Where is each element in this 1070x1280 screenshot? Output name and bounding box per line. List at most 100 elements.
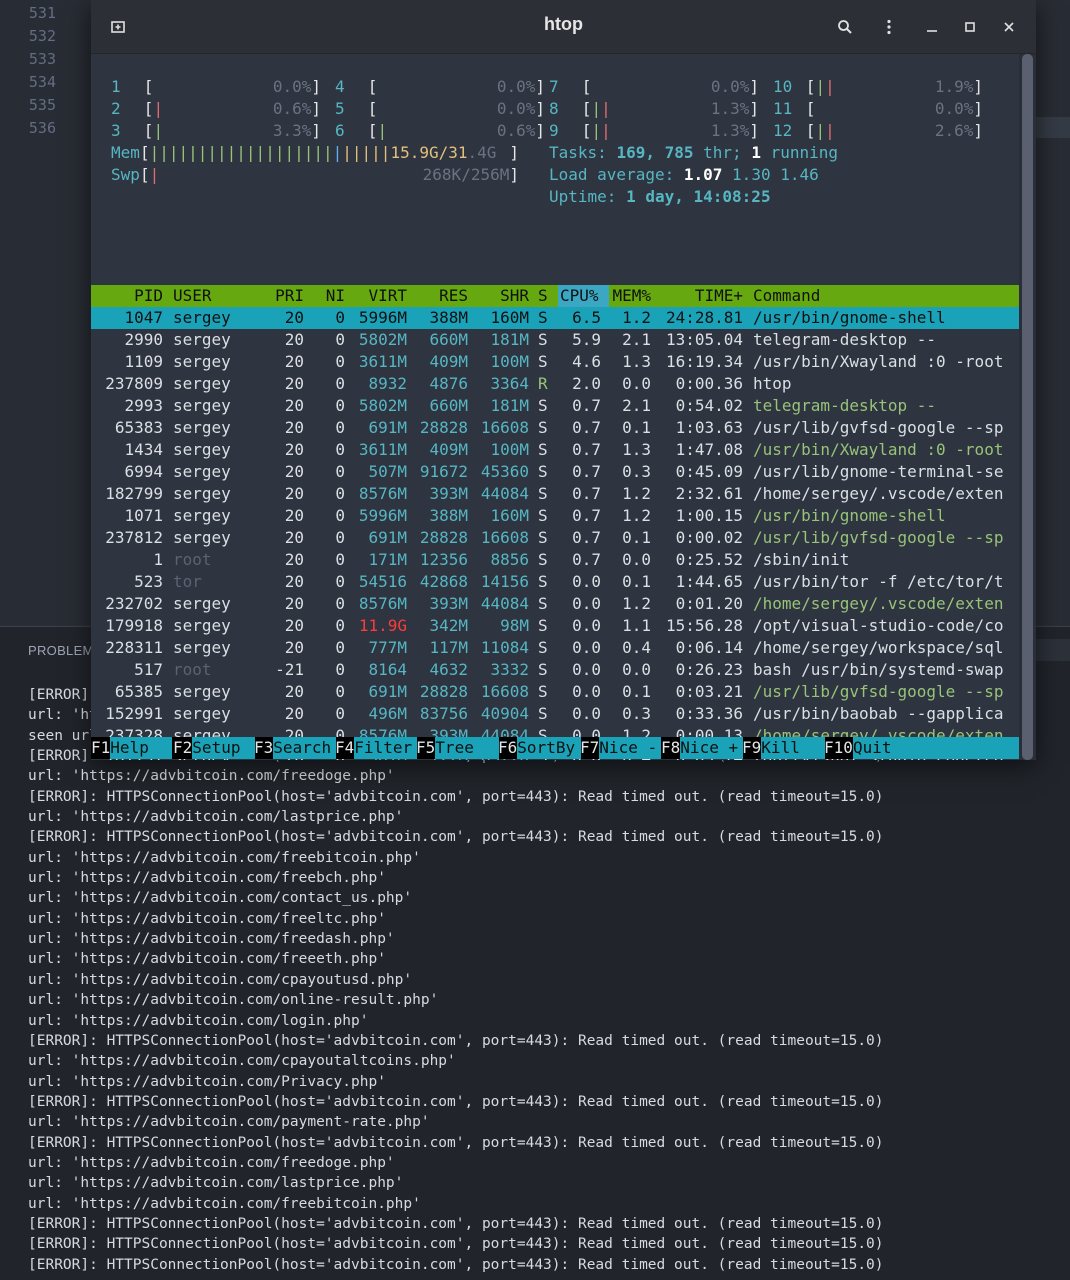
process-cpu: 0.7 <box>572 462 601 481</box>
fkey-f3-key[interactable]: F3 <box>254 737 273 759</box>
process-row[interactable]: 2990 sergey 20 0 5802M 660M 181M S 5.9 2.1 13:05.0… <box>91 329 1019 351</box>
column-header-user[interactable]: USER <box>173 285 212 307</box>
cpu-id: 7 <box>549 77 559 96</box>
column-header-cmd[interactable]: Command <box>753 285 820 307</box>
panel-tab-marker <box>1036 639 1070 661</box>
cpu-id: 5 <box>335 99 345 118</box>
fkey-f9-key[interactable]: F9 <box>742 737 761 759</box>
fkey-nice-label[interactable]: Nice - <box>599 737 662 759</box>
line-number: 536 <box>28 119 56 137</box>
process-s: S <box>538 682 548 701</box>
meter-bracket-open: [ <box>143 121 154 140</box>
process-virt: 8576M <box>358 484 407 503</box>
process-row[interactable]: 2993 sergey 20 0 5802M 660M 181M S 0.7 2.1 0:54.02… <box>91 395 1019 417</box>
meter-bracket-close: ] <box>535 121 545 140</box>
process-cpu: 6.5 <box>572 308 601 327</box>
line-number: 535 <box>28 96 56 114</box>
panel-tab-problems[interactable]: PROBLEM <box>28 643 94 658</box>
process-row[interactable]: 65385 sergey 20 0 691M 28828 16608 S 0.0 0.1 0:03.… <box>91 681 1019 703</box>
process-pri: 20 <box>284 330 304 349</box>
column-header-mem[interactable]: MEM% <box>612 285 651 307</box>
htop-terminal-window[interactable]: htop 1[0.0%] 2[| 0.6%] 3[| 3.3%] 4[0.0%] 5[0.0… <box>91 0 1036 760</box>
menu-icon[interactable] <box>876 14 902 40</box>
fkey-tree-label[interactable]: Tree <box>435 737 500 759</box>
process-row[interactable]: 1434 sergey 20 0 3611M 409M 100M S 0.7 1.3 1:47.08… <box>91 439 1019 461</box>
fkey-f5-key[interactable]: F5 <box>416 737 435 759</box>
column-header-pid[interactable]: PID <box>134 285 163 307</box>
fkey-f8-key[interactable]: F8 <box>661 737 680 759</box>
process-row[interactable]: 1071 sergey 20 0 5996M 388M 160M S 0.7 1.2 1:00.15… <box>91 505 1019 527</box>
process-row[interactable]: 517 root -21 0 8164 4632 3332 S 0.0 0.0 0:26.23 bas… <box>91 659 1019 681</box>
column-header[interactable]: PID USER PRI NI VIRT RES SHR S CPU% MEM% TIME+ Comm… <box>91 285 1019 307</box>
process-time: 0:33.36 <box>675 704 743 723</box>
process-row[interactable]: 1047 sergey 20 0 5996M 388M 160M S 6.5 1.2 24:28.8… <box>91 307 1019 329</box>
scrollbar-thumb[interactable] <box>1022 54 1033 760</box>
column-header-shr[interactable]: SHR <box>500 285 529 307</box>
process-time: 1:44.65 <box>675 572 743 591</box>
process-mem: 1.2 <box>622 506 651 525</box>
column-header-virt[interactable]: VIRT <box>368 285 407 307</box>
process-row[interactable]: 6994 sergey 20 0 507M 91672 45360 S 0.7 0.3 0:45.0… <box>91 461 1019 483</box>
console-line: url: 'https://advbitcoin.com/online-resu… <box>28 992 439 1009</box>
process-row[interactable]: 523 tor 20 0 54516 42868 14156 S 0.0 0.1 1:44.65/u… <box>91 571 1019 593</box>
process-row[interactable]: 237812 sergey 20 0 691M 28828 16608 S 0.7 0.1 0:00… <box>91 527 1019 549</box>
process-time: 0:00.36 <box>675 374 743 393</box>
fkey-search-label[interactable]: Search <box>273 737 337 759</box>
fkey-filter-label[interactable]: Filter <box>354 737 418 759</box>
fkey-f7-key[interactable]: F7 <box>580 737 599 759</box>
fkey-f4-key[interactable]: F4 <box>335 737 354 759</box>
process-pid: 228311 <box>105 638 163 657</box>
process-row[interactable]: 1 root 20 0 171M 12356 8856 S 0.7 0.0 0:25.52/sbin… <box>91 549 1019 571</box>
meter-bracket-open: [ <box>367 77 378 96</box>
column-header-time[interactable]: TIME+ <box>695 285 743 307</box>
column-header-ni[interactable]: NI <box>326 285 345 307</box>
process-user: sergey <box>173 462 231 481</box>
console-output[interactable]: [ERROR]url: 'htseen url[ERROR]: HTTPSCon… <box>28 685 1068 1275</box>
process-row[interactable]: 65383 sergey 20 0 691M 28828 16608 S 0.7 0.1 1:03.… <box>91 417 1019 439</box>
process-pid: 517 <box>134 660 163 679</box>
fkey-quit-label[interactable]: Quit <box>852 737 1019 759</box>
fkey-f10-key[interactable]: F10 <box>824 737 853 759</box>
close-icon[interactable] <box>996 14 1022 40</box>
fkey-setup-label[interactable]: Setup <box>192 737 256 759</box>
column-header-pri[interactable]: PRI <box>275 285 304 307</box>
maximize-icon[interactable] <box>957 14 983 40</box>
cpu-id: 1 <box>111 77 121 96</box>
meter-bracket-open: [ <box>805 121 816 140</box>
process-row[interactable]: 152991 sergey 20 0 496M 83756 40904 S 0.0 0.3 0:33… <box>91 703 1019 725</box>
cpu-percent: 1.3% <box>710 99 750 118</box>
column-header-res[interactable]: RES <box>439 285 468 307</box>
column-header-cpu[interactable]: CPU% <box>560 285 599 307</box>
minimize-icon[interactable] <box>919 14 945 40</box>
process-res: 393M <box>429 594 468 613</box>
process-virt: 5802M <box>358 396 407 415</box>
fkey-f1-key[interactable]: F1 <box>91 737 110 759</box>
terminal-scrollbar[interactable] <box>1019 54 1036 760</box>
fkey-f6-key[interactable]: F6 <box>498 737 517 759</box>
process-res: 117M <box>429 638 468 657</box>
process-row[interactable]: 237809 sergey 20 0 8932 4876 3364 R 2.0 0.0 0:00.3… <box>91 373 1019 395</box>
console-line: url: 'https://advbitcoin.com/lastprice.p… <box>28 809 404 826</box>
function-key-bar[interactable]: F1 Help F2 Setup F3 Search F4 Filter F5 Tree F6 Sor… <box>91 737 1019 759</box>
process-pid: 6994 <box>124 462 163 481</box>
cpu-percent: 0.6% <box>496 121 536 140</box>
fkey-help-label[interactable]: Help <box>110 737 173 759</box>
process-row[interactable]: 228311 sergey 20 0 777M 117M 11084 S 0.0 0.4 0:06.… <box>91 637 1019 659</box>
process-row[interactable]: 182799 sergey 20 0 8576M 393M 44084 S 0.7 1.2 2:32… <box>91 483 1019 505</box>
meter-bracket-open: [ <box>143 77 154 96</box>
search-icon[interactable] <box>832 14 858 40</box>
process-res: 393M <box>429 484 468 503</box>
column-header-s[interactable]: S <box>538 285 548 307</box>
cpu-id: 3 <box>111 121 121 140</box>
process-row[interactable]: 1109 sergey 20 0 3611M 409M 100M S 4.6 1.3 16:19.3… <box>91 351 1019 373</box>
fkey-f2-key[interactable]: F2 <box>173 737 192 759</box>
fkey-nice-label[interactable]: Nice + <box>680 737 744 759</box>
fkey-sortby-label[interactable]: SortBy <box>517 737 582 759</box>
fkey-kill-label[interactable]: Kill <box>761 737 826 759</box>
process-row[interactable]: 232702 sergey 20 0 8576M 393M 44084 S 0.0 1.2 0:01… <box>91 593 1019 615</box>
terminal-area[interactable]: 1[0.0%] 2[| 0.6%] 3[| 3.3%] 4[0.0%] 5[0.0%] 6[|… <box>91 54 1019 760</box>
process-row[interactable]: 179918 sergey 20 0 11.9G 342M 98M S 0.0 1.1 15:56.… <box>91 615 1019 637</box>
process-s: S <box>538 638 548 657</box>
process-pid: 1434 <box>124 440 163 459</box>
title-bar[interactable]: htop <box>91 0 1036 54</box>
